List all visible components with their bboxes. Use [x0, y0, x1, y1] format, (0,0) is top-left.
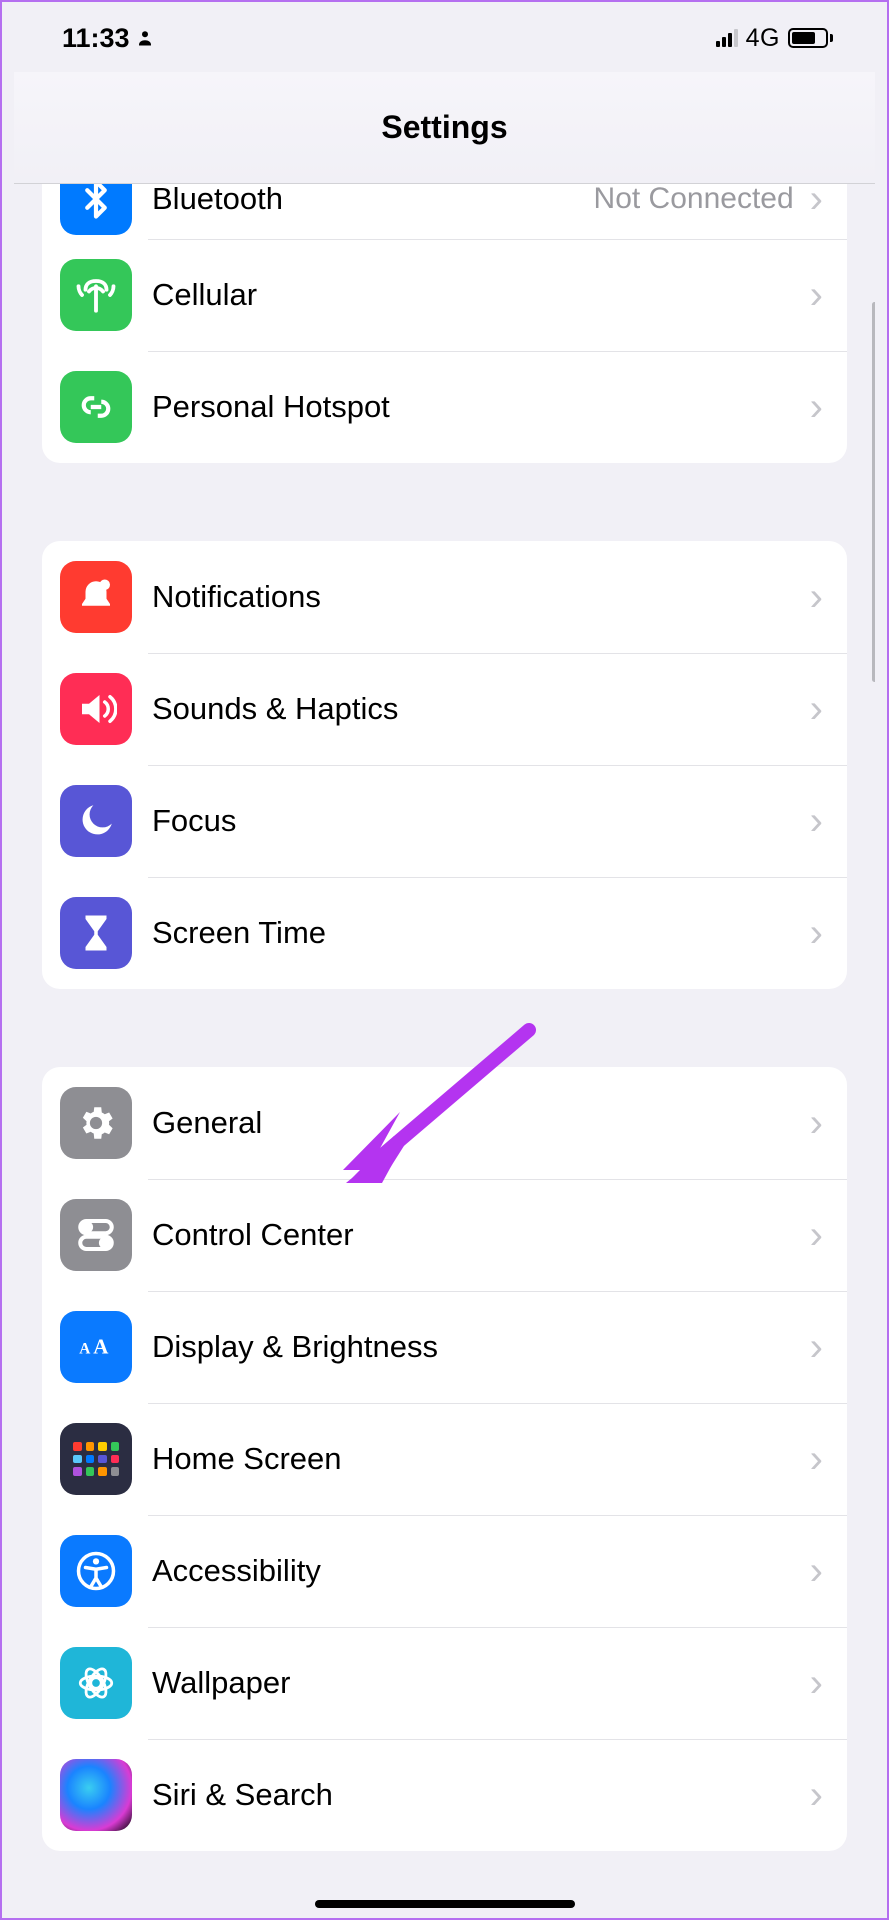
settings-group-connectivity: Bluetooth Not Connected › Cellular › Per… [42, 184, 847, 463]
settings-group-general: General › Control Center › AA Display & … [42, 1067, 847, 1851]
row-label: Screen Time [152, 915, 804, 951]
settings-row-bluetooth[interactable]: Bluetooth Not Connected › [42, 184, 847, 239]
location-person-icon [136, 29, 154, 47]
chevron-right-icon: › [804, 1327, 823, 1367]
row-label: Siri & Search [152, 1777, 804, 1813]
notifications-icon [60, 561, 132, 633]
siri-icon [60, 1759, 132, 1831]
settings-row-siri-search[interactable]: Siri & Search › [42, 1739, 847, 1851]
settings-row-wallpaper[interactable]: Wallpaper › [42, 1627, 847, 1739]
row-label: Personal Hotspot [152, 389, 804, 425]
status-bar: 11:33 4G [14, 4, 875, 72]
scroll-indicator[interactable] [872, 302, 875, 682]
svg-text:A: A [79, 1340, 90, 1357]
nav-header: Settings [14, 72, 875, 184]
row-label: Display & Brightness [152, 1329, 804, 1365]
row-label: Sounds & Haptics [152, 691, 804, 727]
settings-row-personal-hotspot[interactable]: Personal Hotspot › [42, 351, 847, 463]
display-brightness-icon: AA [60, 1311, 132, 1383]
chevron-right-icon: › [804, 1439, 823, 1479]
chevron-right-icon: › [804, 801, 823, 841]
chevron-right-icon: › [804, 1775, 823, 1815]
chevron-right-icon: › [804, 387, 823, 427]
settings-row-home-screen[interactable]: Home Screen › [42, 1403, 847, 1515]
settings-content: Bluetooth Not Connected › Cellular › Per… [14, 184, 875, 1916]
chevron-right-icon: › [804, 1663, 823, 1703]
row-label: Cellular [152, 277, 804, 313]
cellular-icon [60, 259, 132, 331]
home-screen-icon [60, 1423, 132, 1495]
row-value: Not Connected [594, 184, 794, 216]
cellular-signal-icon [716, 29, 738, 47]
settings-group-notifications: Notifications › Sounds & Haptics › Focus… [42, 541, 847, 989]
row-label: Accessibility [152, 1553, 804, 1589]
chevron-right-icon: › [804, 1103, 823, 1143]
bluetooth-icon [60, 184, 132, 235]
page-title: Settings [381, 109, 507, 146]
accessibility-icon [60, 1535, 132, 1607]
general-icon [60, 1087, 132, 1159]
settings-row-sounds-haptics[interactable]: Sounds & Haptics › [42, 653, 847, 765]
row-label: Home Screen [152, 1441, 804, 1477]
screen-time-icon [60, 897, 132, 969]
chevron-right-icon: › [804, 1551, 823, 1591]
chevron-right-icon: › [804, 1215, 823, 1255]
row-label: Notifications [152, 579, 804, 615]
settings-row-general[interactable]: General › [42, 1067, 847, 1179]
battery-icon [788, 28, 833, 48]
row-label: Control Center [152, 1217, 804, 1253]
network-type-label: 4G [746, 24, 780, 53]
wallpaper-icon [60, 1647, 132, 1719]
settings-row-control-center[interactable]: Control Center › [42, 1179, 847, 1291]
chevron-right-icon: › [804, 913, 823, 953]
chevron-right-icon: › [804, 577, 823, 617]
row-label: Bluetooth [152, 184, 594, 217]
settings-row-cellular[interactable]: Cellular › [42, 239, 847, 351]
settings-row-focus[interactable]: Focus › [42, 765, 847, 877]
svg-text:A: A [93, 1334, 109, 1358]
settings-row-display-brightness[interactable]: AA Display & Brightness › [42, 1291, 847, 1403]
row-label: Focus [152, 803, 804, 839]
status-time: 11:33 [62, 23, 130, 54]
chevron-right-icon: › [804, 184, 823, 219]
sounds-icon [60, 673, 132, 745]
row-label: General [152, 1105, 804, 1141]
settings-row-notifications[interactable]: Notifications › [42, 541, 847, 653]
control-center-icon [60, 1199, 132, 1271]
chevron-right-icon: › [804, 275, 823, 315]
row-label: Wallpaper [152, 1665, 804, 1701]
hotspot-icon [60, 371, 132, 443]
chevron-right-icon: › [804, 689, 823, 729]
focus-icon [60, 785, 132, 857]
home-indicator[interactable] [315, 1900, 575, 1908]
settings-row-accessibility[interactable]: Accessibility › [42, 1515, 847, 1627]
settings-row-screen-time[interactable]: Screen Time › [42, 877, 847, 989]
